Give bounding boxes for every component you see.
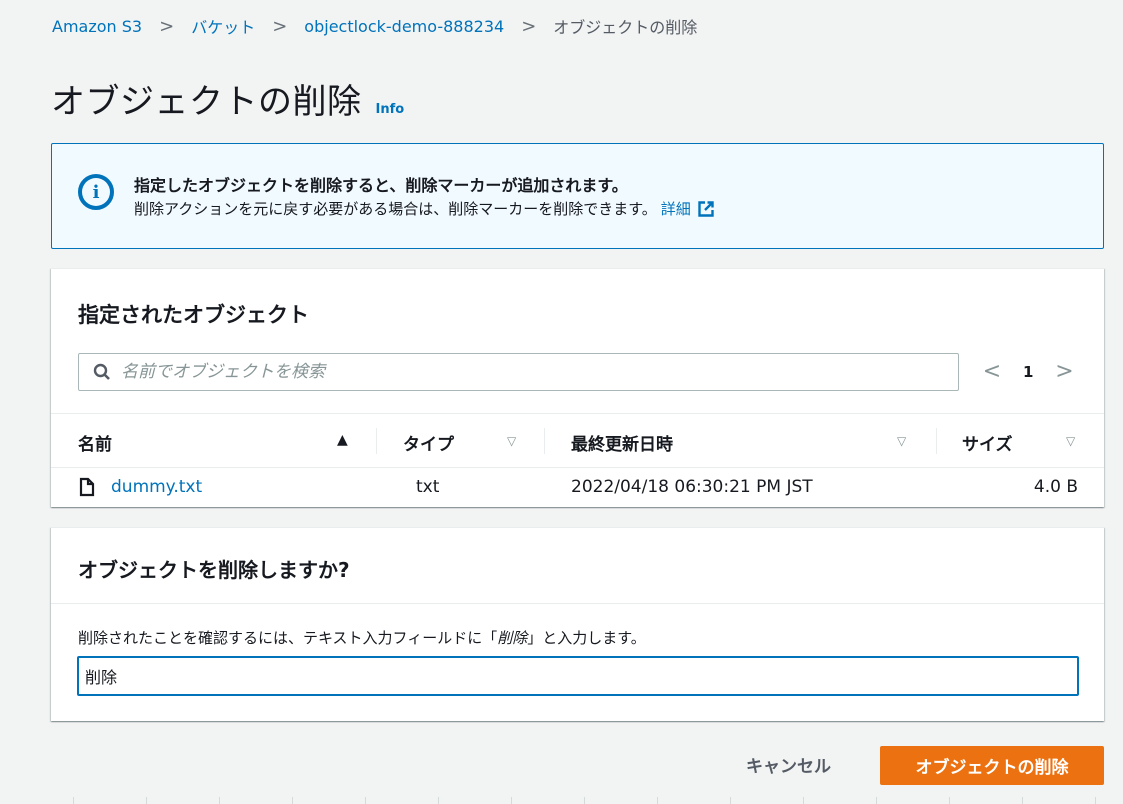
search-icon (93, 363, 110, 380)
specified-objects-panel: 指定されたオブジェクト < 1 > 名前 ▲ タイプ ▽ 最終更新日時 ▽ サイ… (51, 268, 1104, 507)
column-divider (936, 428, 937, 454)
chevron-right-icon: > (159, 15, 175, 37)
column-header-type[interactable]: タイプ (403, 430, 454, 455)
search-box[interactable] (78, 353, 959, 391)
panel-title: 指定されたオブジェクト (78, 303, 309, 327)
panel-title: オブジェクトを削除しますか? (78, 558, 350, 582)
gridline (146, 797, 147, 804)
footer-gridlines (0, 797, 1123, 804)
info-link[interactable]: Info (376, 102, 405, 117)
column-header-last-modified[interactable]: 最終更新日時 (571, 430, 673, 455)
sort-icon[interactable]: ▽ (507, 434, 516, 448)
confirm-label-suffix: 」と入力します。 (527, 629, 646, 647)
page-number[interactable]: 1 (1023, 363, 1033, 381)
table-row: dummy.txt txt 2022/04/18 06:30:21 PM JST… (51, 468, 1104, 508)
page-title: オブジェクトの削除 (51, 82, 362, 122)
delete-objects-button[interactable]: オブジェクトの削除 (880, 746, 1104, 785)
column-header-name[interactable]: 名前 (78, 430, 112, 455)
chevron-right-icon[interactable]: > (1053, 359, 1075, 384)
gridline (73, 797, 74, 804)
gridline (876, 797, 877, 804)
chevron-right-icon: > (521, 15, 537, 37)
gridline (1095, 797, 1096, 804)
page-header: オブジェクトの削除 Info (51, 74, 404, 123)
confirm-label-keyword: 削除 (497, 629, 528, 647)
external-link-icon (698, 200, 714, 217)
gridline (365, 797, 366, 804)
column-header-size[interactable]: サイズ (962, 430, 1013, 455)
alert-title: 指定したオブジェクトを削除すると、削除マーカーが追加されます。 (134, 176, 628, 195)
breadcrumb-amazon-s3[interactable]: Amazon S3 (52, 17, 142, 36)
sort-ascending-icon[interactable]: ▲ (337, 432, 348, 448)
gridline (730, 797, 731, 804)
gridline (657, 797, 658, 804)
file-icon (79, 477, 95, 497)
confirm-input[interactable] (77, 656, 1079, 696)
sort-icon[interactable]: ▽ (1066, 434, 1075, 448)
cancel-button[interactable]: キャンセル (746, 752, 831, 777)
table-header: 名前 ▲ タイプ ▽ 最終更新日時 ▽ サイズ ▽ (51, 413, 1104, 468)
pagination: < 1 > (981, 359, 1075, 384)
breadcrumb-current: オブジェクトの削除 (553, 18, 698, 37)
gridline (584, 797, 585, 804)
details-link[interactable]: 詳細 (661, 198, 715, 219)
column-divider (376, 428, 377, 454)
chevron-right-icon: > (272, 15, 288, 37)
info-circle-icon: i (78, 174, 114, 210)
column-divider (544, 428, 545, 454)
gridline (1022, 797, 1023, 804)
gridline (511, 797, 512, 804)
confirm-label-prefix: 削除されたことを確認するには、テキスト入力フィールドに「 (78, 629, 498, 647)
object-last-modified: 2022/04/18 06:30:21 PM JST (571, 477, 813, 497)
alert-body: 削除アクションを元に戻す必要がある場合は、削除マーカーを削除できます。 詳細 (134, 198, 715, 219)
gridline (949, 797, 950, 804)
chevron-left-icon[interactable]: < (981, 359, 1003, 384)
alert-body-text: 削除アクションを元に戻す必要がある場合は、削除マーカーを削除できます。 (134, 200, 657, 218)
search-input[interactable] (121, 362, 941, 382)
gridline (219, 797, 220, 804)
object-size: 4.0 B (1033, 477, 1078, 497)
breadcrumb-buckets[interactable]: バケット (191, 14, 255, 38)
confirm-delete-panel: オブジェクトを削除しますか? 削除されたことを確認するには、テキスト入力フィール… (51, 527, 1104, 721)
object-name-link[interactable]: dummy.txt (111, 477, 202, 497)
object-type: txt (416, 477, 440, 497)
gridline (803, 797, 804, 804)
sort-icon[interactable]: ▽ (897, 434, 906, 448)
details-link-label: 詳細 (660, 200, 691, 218)
info-alert: i 指定したオブジェクトを削除すると、削除マーカーが追加されます。 削除アクショ… (51, 143, 1104, 249)
divider (51, 603, 1104, 604)
breadcrumb-bucket-name[interactable]: objectlock-demo-888234 (304, 17, 504, 36)
breadcrumb: Amazon S3 > バケット > objectlock-demo-88823… (52, 14, 697, 38)
gridline (292, 797, 293, 804)
gridline (438, 797, 439, 804)
confirm-label: 削除されたことを確認するには、テキスト入力フィールドに「削除」と入力します。 (78, 627, 646, 648)
